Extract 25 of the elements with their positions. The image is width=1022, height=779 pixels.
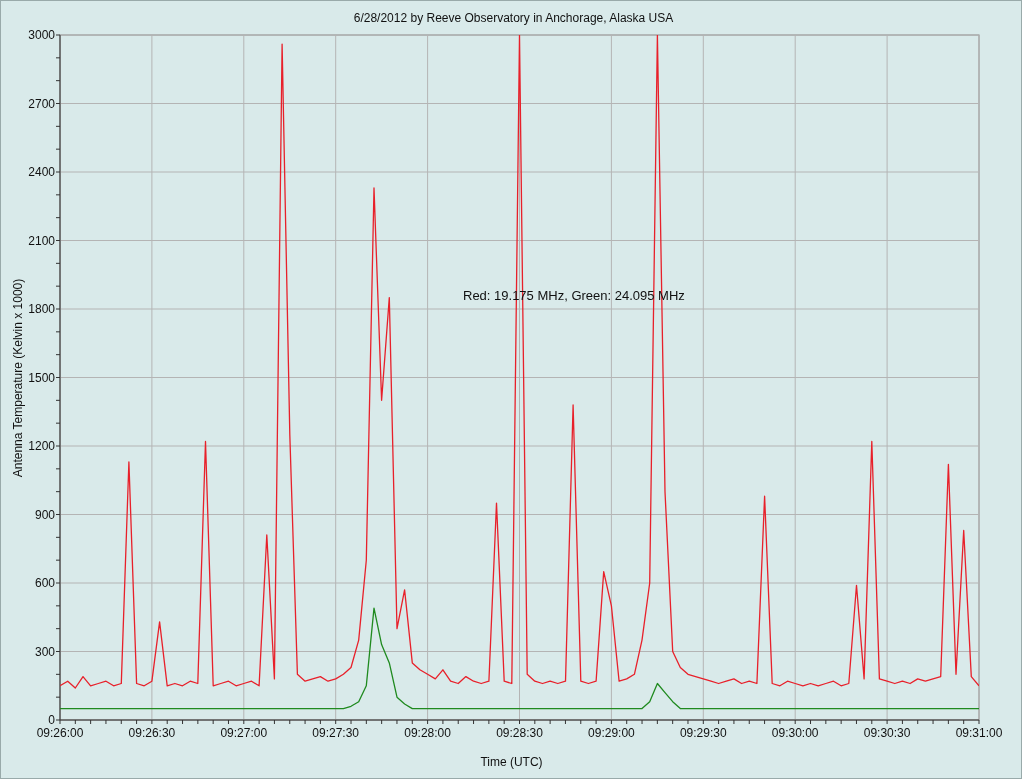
x-tick-label: 09:30:00 bbox=[771, 726, 819, 740]
y-tick-label: 300 bbox=[34, 644, 55, 659]
x-tick-label: 09:27:00 bbox=[220, 726, 268, 740]
y-tick-label: 1200 bbox=[28, 439, 55, 453]
x-axis-label: Time (UTC) bbox=[480, 755, 543, 769]
x-tick-label: 09:26:30 bbox=[128, 726, 176, 740]
y-tick-label: 0 bbox=[48, 713, 55, 727]
y-tick-label: 2400 bbox=[28, 165, 55, 179]
chart-title: 6/28/2012 by Reeve Observatory in Anchorage, Alaska USA bbox=[353, 11, 674, 25]
x-tick-label: 09:26:00 bbox=[36, 726, 84, 740]
x-tick-label: 09:28:00 bbox=[404, 726, 451, 740]
y-tick-label: 2100 bbox=[28, 233, 55, 248]
y-tick-label: 2700 bbox=[28, 96, 55, 111]
y-tick-label: 3000 bbox=[28, 28, 55, 42]
x-tick-label: 09:28:30 bbox=[496, 726, 543, 740]
y-tick-label: 1800 bbox=[28, 302, 55, 316]
x-tick-label: 09:29:30 bbox=[679, 726, 727, 740]
x-tick-label: 09:31:00 bbox=[955, 726, 1003, 740]
x-tick-label: 09:29:00 bbox=[588, 726, 635, 740]
y-tick-label: 1500 bbox=[28, 370, 55, 385]
y-axis-label: Antenna Temperature (Kelvin x 1000) bbox=[11, 278, 25, 478]
y-tick-label: 900 bbox=[34, 507, 55, 522]
y-tick-label: 600 bbox=[34, 576, 55, 590]
x-tick-label: 09:30:30 bbox=[863, 726, 911, 740]
x-tick-label: 09:27:30 bbox=[312, 726, 360, 740]
